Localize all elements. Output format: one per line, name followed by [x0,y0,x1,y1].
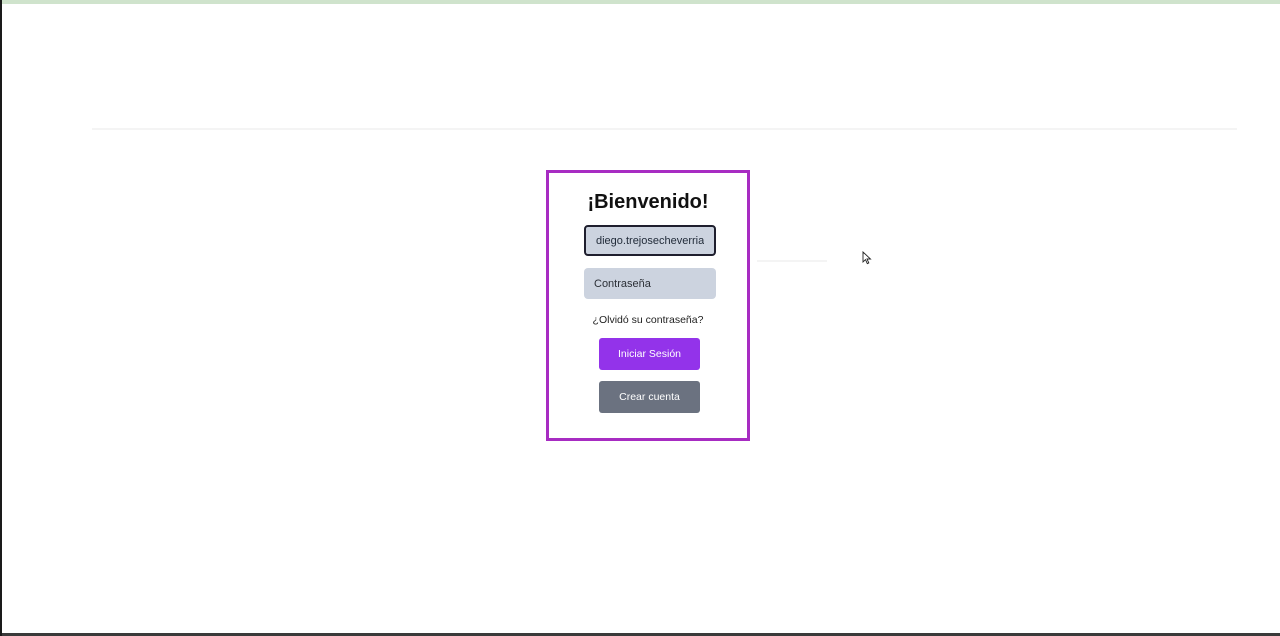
login-card: ¡Bienvenido! ¿Olvidó su contraseña? Inic… [546,170,750,441]
login-button[interactable]: Iniciar Sesión [599,338,700,370]
browser-viewport: ¡Bienvenido! ¿Olvidó su contraseña? Inic… [0,0,1280,636]
mouse-pointer-icon [862,251,872,265]
top-border-strip [2,0,1280,4]
password-input[interactable] [584,268,716,299]
background-ghost-line [757,260,827,262]
background-ghost-line [92,128,1237,130]
create-account-button[interactable]: Crear cuenta [599,381,700,413]
forgot-password-link[interactable]: ¿Olvidó su contraseña? [549,314,747,326]
username-input[interactable] [584,225,716,256]
welcome-title: ¡Bienvenido! [587,191,709,213]
